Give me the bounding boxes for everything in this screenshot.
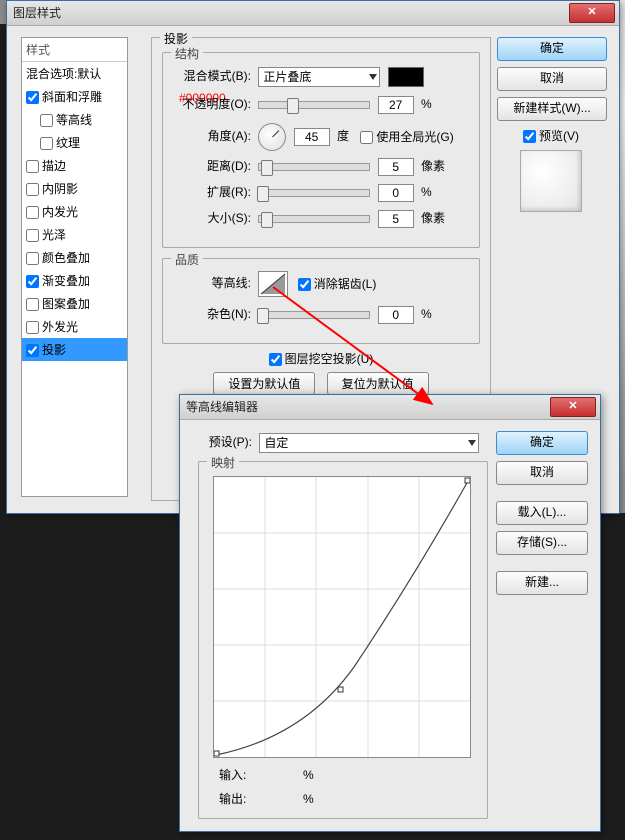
noise-slider[interactable]: [258, 311, 370, 319]
angle-dial[interactable]: [258, 123, 286, 151]
distance-slider[interactable]: [258, 163, 370, 171]
style-item-6[interactable]: 光泽: [22, 223, 127, 246]
style-item-2[interactable]: 纹理: [22, 131, 127, 154]
preview-checkbox[interactable]: 预览(V): [497, 127, 605, 144]
style-item-11[interactable]: 投影: [22, 338, 127, 361]
reset-default-button[interactable]: 复位为默认值: [327, 372, 429, 395]
editor-title: 等高线编辑器: [186, 400, 258, 414]
style-item-1[interactable]: 等高线: [22, 108, 127, 131]
quality-group: 品质 等高线: 消除锯齿(L) 杂色(N): 0 %: [162, 258, 480, 344]
antialias-checkbox[interactable]: 消除锯齿(L): [298, 273, 377, 295]
distance-input[interactable]: 5: [378, 158, 414, 176]
style-list: 样式 混合选项:默认 斜面和浮雕等高线纹理描边内阴影内发光光泽颜色叠加渐变叠加图…: [21, 37, 128, 497]
ok-button[interactable]: 确定: [497, 37, 607, 61]
style-item-0[interactable]: 斜面和浮雕: [22, 85, 127, 108]
style-item-7[interactable]: 颜色叠加: [22, 246, 127, 269]
size-input[interactable]: 5: [378, 210, 414, 228]
opacity-input[interactable]: 27: [378, 96, 414, 114]
main-titlebar[interactable]: 图层样式 ✕: [7, 1, 619, 26]
cancel-button[interactable]: 取消: [497, 67, 607, 91]
blend-mode-combo[interactable]: 正片叠底: [258, 67, 380, 87]
chevron-down-icon: [369, 74, 377, 80]
style-item-8[interactable]: 渐变叠加: [22, 269, 127, 292]
knockout-checkbox[interactable]: 图层挖空投影(U): [269, 350, 374, 367]
editor-titlebar[interactable]: 等高线编辑器 ✕: [180, 395, 600, 420]
editor-ok-button[interactable]: 确定: [496, 431, 588, 455]
contour-graph[interactable]: [213, 476, 471, 758]
spread-slider[interactable]: [258, 189, 370, 197]
editor-load-button[interactable]: 载入(L)...: [496, 501, 588, 525]
new-style-button[interactable]: 新建样式(W)...: [497, 97, 607, 121]
opacity-slider[interactable]: [258, 101, 370, 109]
preview-swatch: [520, 150, 582, 212]
mapping-group: 映射 输入: % 输出: %: [198, 461, 488, 819]
editor-new-button[interactable]: 新建...: [496, 571, 588, 595]
preset-combo[interactable]: 自定: [259, 433, 479, 453]
main-title: 图层样式: [13, 6, 61, 20]
editor-save-button[interactable]: 存储(S)...: [496, 531, 588, 555]
style-item-5[interactable]: 内发光: [22, 200, 127, 223]
styles-header: 样式: [22, 38, 127, 62]
angle-input[interactable]: 45: [294, 128, 330, 146]
contour-picker[interactable]: [258, 271, 288, 297]
style-item-4[interactable]: 内阴影: [22, 177, 127, 200]
noise-input[interactable]: 0: [378, 306, 414, 324]
style-item-10[interactable]: 外发光: [22, 315, 127, 338]
shadow-color-swatch[interactable]: [388, 67, 424, 87]
spread-input[interactable]: 0: [378, 184, 414, 202]
make-default-button[interactable]: 设置为默认值: [213, 372, 315, 395]
editor-cancel-button[interactable]: 取消: [496, 461, 588, 485]
close-icon[interactable]: ✕: [569, 3, 615, 23]
style-item-3[interactable]: 描边: [22, 154, 127, 177]
structure-group: 结构 混合模式(B): 正片叠底 #000000 不透明度(O): 27 % 角…: [162, 52, 480, 248]
chevron-down-icon: [468, 440, 476, 446]
blend-options[interactable]: 混合选项:默认: [22, 62, 127, 85]
global-light-checkbox[interactable]: 使用全局光(G): [360, 126, 453, 148]
style-item-9[interactable]: 图案叠加: [22, 292, 127, 315]
size-slider[interactable]: [258, 215, 370, 223]
close-icon[interactable]: ✕: [550, 397, 596, 417]
